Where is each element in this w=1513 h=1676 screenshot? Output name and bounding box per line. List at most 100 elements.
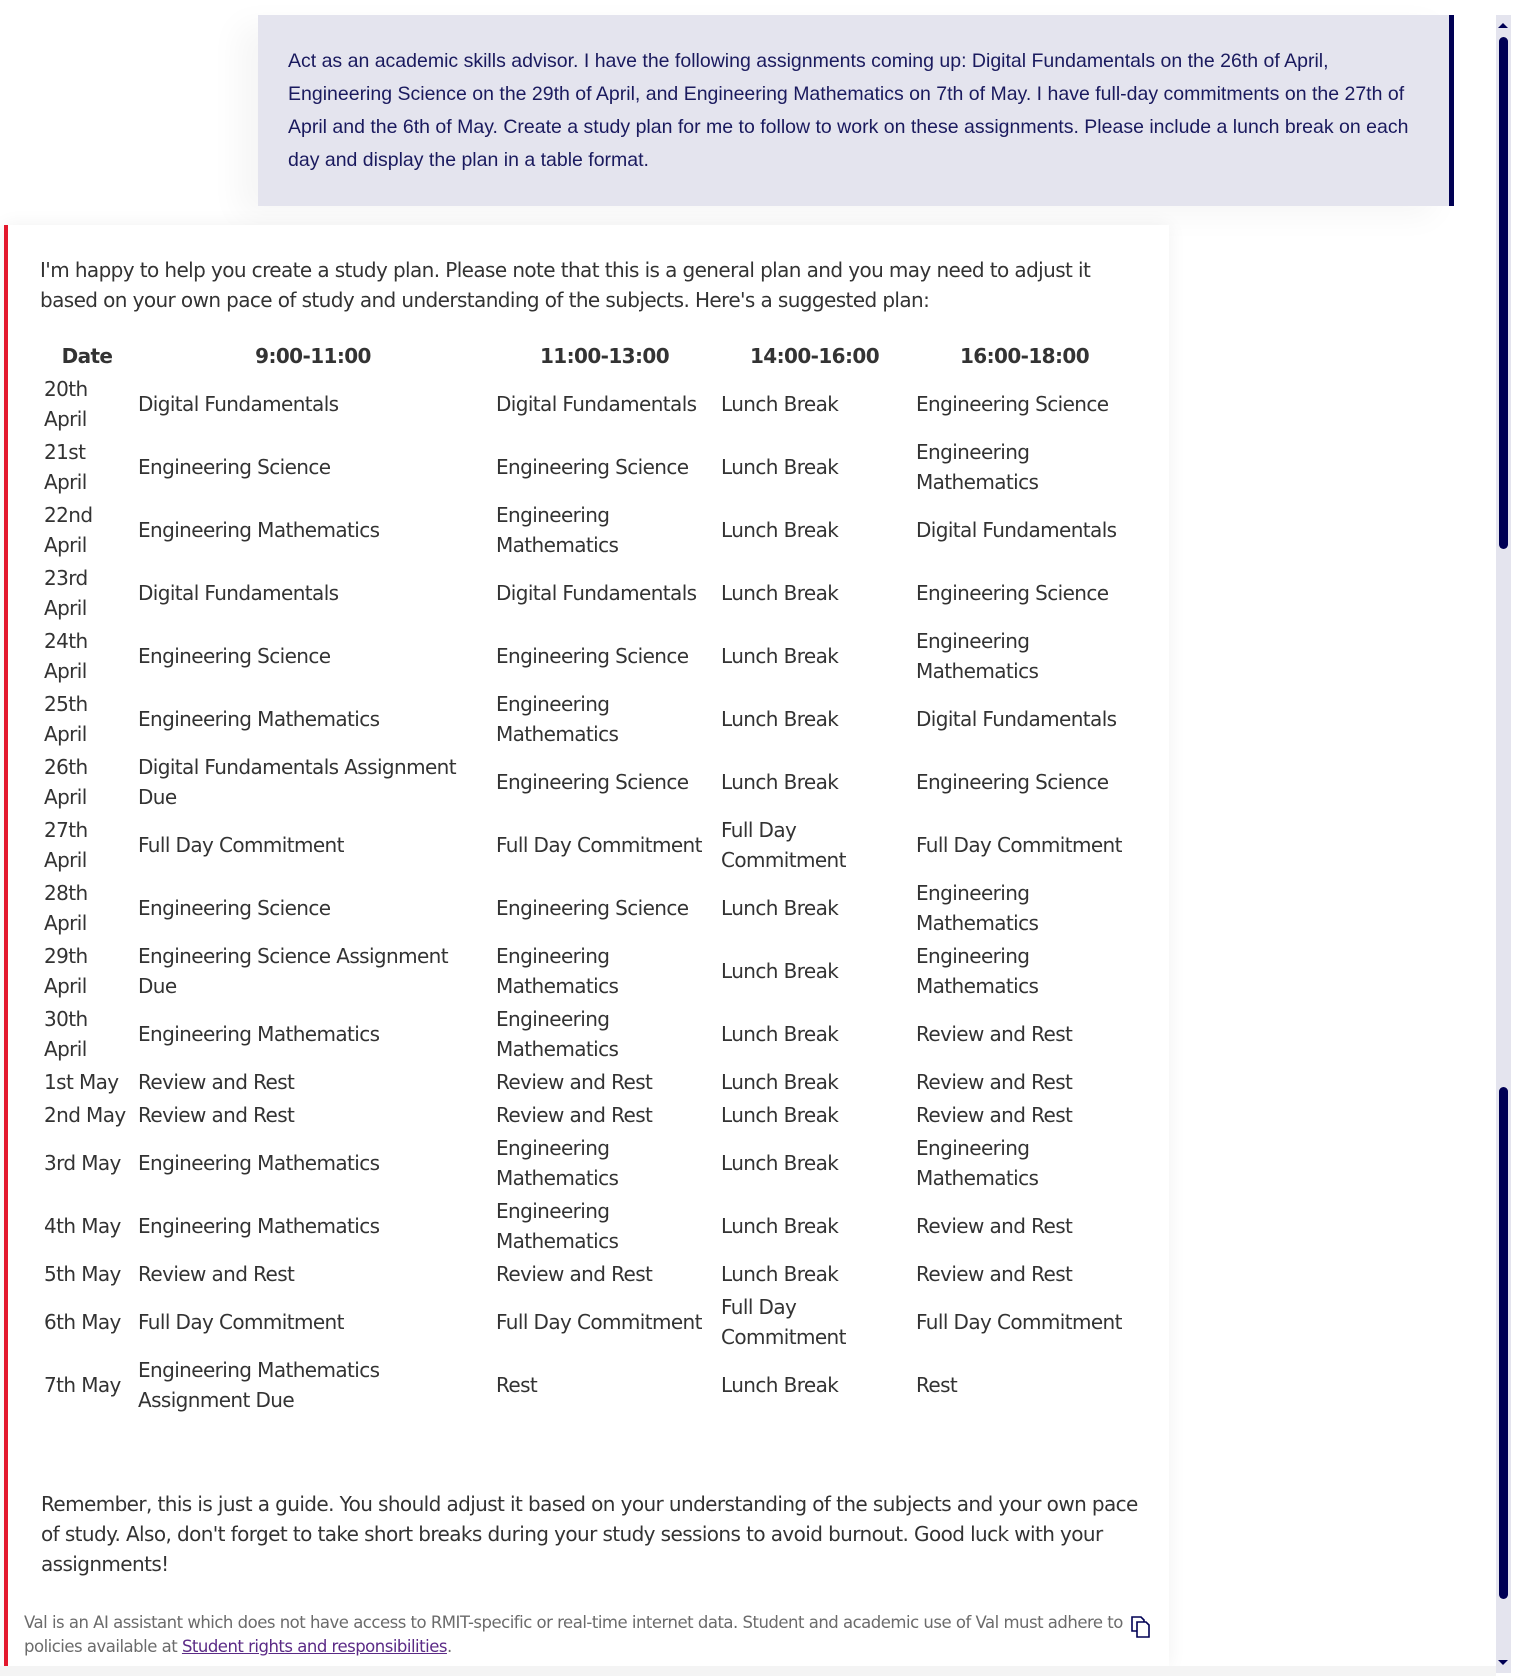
cell-slot-2: Full Day Commitment <box>496 833 702 857</box>
study-plan-table: Date 9:00-11:00 11:00-13:00 14:00-16:00 … <box>40 339 1137 1417</box>
table-row: 30th April Engineering Mathematics Enginee… <box>40 1003 1137 1066</box>
cell-slot-1: Engineering Science <box>138 896 331 920</box>
table-row: 28th April Engineering Science Engineering… <box>40 877 1137 940</box>
cell-slot-3: Lunch Break <box>721 1214 839 1238</box>
cell-date: 28th April <box>44 881 88 935</box>
cell-slot-1: Engineering Mathematics <box>138 707 380 731</box>
cell-slot-3: Lunch Break <box>721 1103 839 1127</box>
table-row: 23rd April Digital Fundamentals Digital Fu… <box>40 562 1137 625</box>
cell-date: 29th April <box>44 944 88 998</box>
cell-slot-1: Digital Fundamentals <box>138 392 339 416</box>
scroll-thumb-lower[interactable] <box>1499 1087 1508 1599</box>
cell-slot-1: Engineering Mathematics <box>138 1151 380 1175</box>
assistant-outro: Remember, this is just a guide. You shou… <box>41 1492 1138 1576</box>
cell-date: 23rd April <box>44 566 88 620</box>
assistant-message: I'm happy to help you create a study pla… <box>4 225 1169 1666</box>
cell-slot-4: Rest <box>916 1373 958 1397</box>
cell-slot-4: Review and Rest <box>916 1070 1073 1094</box>
copy-button[interactable] <box>1130 1615 1152 1639</box>
scrollbar[interactable] <box>1496 15 1511 1673</box>
cell-slot-4: Engineering Science <box>916 392 1109 416</box>
cell-slot-3: Lunch Break <box>721 455 839 479</box>
cell-slot-2: Review and Rest <box>496 1103 653 1127</box>
student-rights-link[interactable]: Student rights and responsibilities <box>182 1637 448 1656</box>
cell-date: 25th April <box>44 692 88 746</box>
header-date: Date <box>61 344 113 368</box>
scroll-up-arrow-icon[interactable] <box>1498 23 1508 28</box>
cell-slot-1: Review and Rest <box>138 1103 295 1127</box>
table-row: 29th April Engineering Science Assignment… <box>40 940 1137 1003</box>
cell-slot-4: Engineering Mathematics <box>916 944 1039 998</box>
cell-slot-4: Engineering Science <box>916 581 1109 605</box>
cell-slot-1: Digital Fundamentals <box>138 581 339 605</box>
cell-slot-3: Lunch Break <box>721 1070 839 1094</box>
cell-slot-2: Engineering Mathematics <box>496 692 619 746</box>
cell-slot-2: Full Day Commitment <box>496 1310 702 1334</box>
cell-slot-2: Engineering Mathematics <box>496 1136 619 1190</box>
cell-slot-1: Engineering Science <box>138 455 331 479</box>
user-message: Act as an academic skills advisor. I hav… <box>258 15 1454 206</box>
cell-slot-1: Engineering Science Assignment Due <box>138 944 449 998</box>
scroll-down-arrow-icon[interactable] <box>1498 1660 1508 1665</box>
cell-slot-1: Engineering Mathematics Assignment Due <box>138 1358 380 1412</box>
table-header-row: Date 9:00-11:00 11:00-13:00 14:00-16:00 … <box>40 339 1137 373</box>
cell-slot-3: Lunch Break <box>721 1022 839 1046</box>
cell-slot-4: Digital Fundamentals <box>916 707 1117 731</box>
cell-slot-4: Full Day Commitment <box>916 1310 1122 1334</box>
cell-date: 7th May <box>44 1373 121 1397</box>
scroll-thumb[interactable] <box>1499 37 1508 549</box>
cell-slot-3: Lunch Break <box>721 896 839 920</box>
cell-slot-1: Digital Fundamentals Assignment Due <box>138 755 457 809</box>
table-row: 20th April Digital Fundamentals Digital Fu… <box>40 373 1137 436</box>
table-row: 1st May Review and Rest Review and Rest Lun… <box>40 1066 1137 1099</box>
cell-slot-3: Full Day Commitment <box>721 818 846 872</box>
cell-slot-2: Review and Rest <box>496 1070 653 1094</box>
cell-date: 26th April <box>44 755 88 809</box>
cell-date: 21st April <box>44 440 87 494</box>
cell-slot-1: Full Day Commitment <box>138 1310 344 1334</box>
cell-slot-1: Engineering Mathematics <box>138 1214 380 1238</box>
cell-slot-2: Engineering Science <box>496 770 689 794</box>
header-slot-1: 9:00-11:00 <box>255 344 371 368</box>
cell-slot-3: Lunch Break <box>721 518 839 542</box>
cell-slot-2: Rest <box>496 1373 538 1397</box>
cell-date: 2nd May <box>44 1103 126 1127</box>
cell-slot-4: Full Day Commitment <box>916 833 1122 857</box>
cell-slot-2: Digital Fundamentals <box>496 392 697 416</box>
cell-date: 24th April <box>44 629 88 683</box>
table-row: 26th April Digital Fundamentals Assignmen… <box>40 751 1137 814</box>
cell-slot-1: Review and Rest <box>138 1262 295 1286</box>
table-row: 24th April Engineering Science Engineering… <box>40 625 1137 688</box>
table-row: 25th April Engineering Mathematics Enginee… <box>40 688 1137 751</box>
cell-slot-4: Review and Rest <box>916 1214 1073 1238</box>
page-bottom-edge <box>0 1666 1496 1676</box>
header-slot-3: 14:00-16:00 <box>749 344 880 368</box>
cell-slot-2: Digital Fundamentals <box>496 581 697 605</box>
cell-slot-3: Lunch Break <box>721 392 839 416</box>
cell-slot-3: Lunch Break <box>721 1262 839 1286</box>
table-row: 7th May Engineering Mathematics Assignmen… <box>40 1354 1137 1417</box>
cell-slot-1: Engineering Science <box>138 644 331 668</box>
cell-slot-4: Engineering Mathematics <box>916 440 1039 494</box>
cell-slot-2: Engineering Mathematics <box>496 1199 619 1253</box>
cell-slot-4: Engineering Mathematics <box>916 881 1039 935</box>
cell-slot-2: Engineering Science <box>496 896 689 920</box>
table-row: 3rd May Engineering Mathematics Engineerin… <box>40 1132 1137 1195</box>
cell-slot-3: Lunch Break <box>721 707 839 731</box>
cell-slot-3: Lunch Break <box>721 581 839 605</box>
cell-date: 22nd April <box>44 503 93 557</box>
cell-date: 20th April <box>44 377 88 431</box>
header-slot-4: 16:00-18:00 <box>959 344 1090 368</box>
cell-slot-4: Engineering Science <box>916 770 1109 794</box>
cell-slot-2: Engineering Mathematics <box>496 944 619 998</box>
cell-slot-3: Lunch Break <box>721 644 839 668</box>
cell-date: 3rd May <box>44 1151 121 1175</box>
disclaimer: Val is an AI assistant which does not ha… <box>24 1611 1124 1659</box>
user-message-text: Act as an academic skills advisor. I hav… <box>288 50 1409 171</box>
cell-slot-4: Engineering Mathematics <box>916 1136 1039 1190</box>
cell-slot-4: Digital Fundamentals <box>916 518 1117 542</box>
cell-slot-1: Full Day Commitment <box>138 833 344 857</box>
header-slot-2: 11:00-13:00 <box>539 344 670 368</box>
table-row: 2nd May Review and Rest Review and Rest Lun… <box>40 1099 1137 1132</box>
cell-slot-3: Full Day Commitment <box>721 1295 846 1349</box>
